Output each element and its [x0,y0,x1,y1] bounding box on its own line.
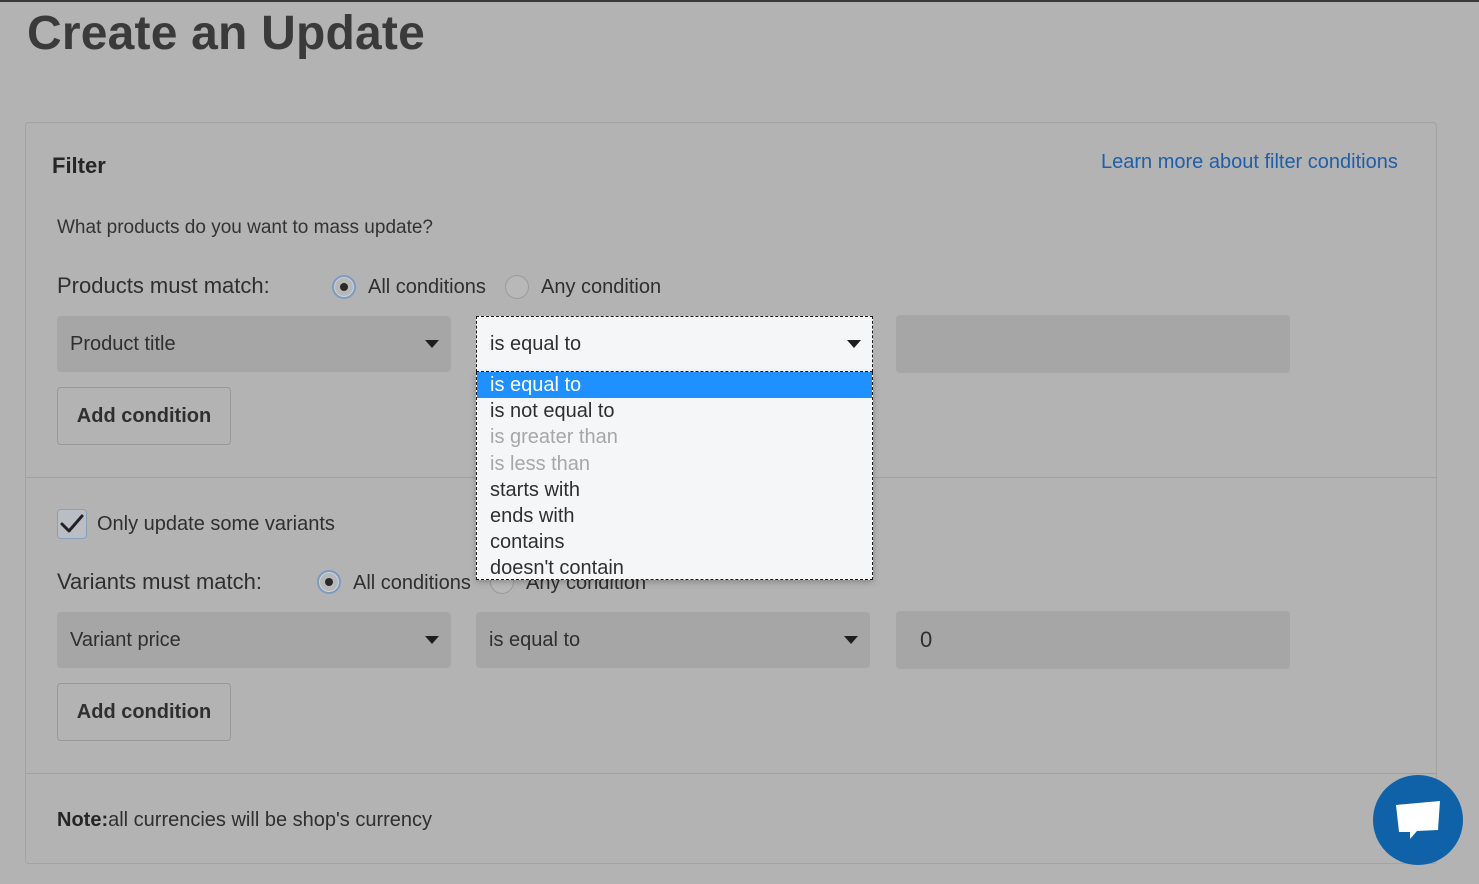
products-match-label: Products must match: [57,273,270,298]
product-operator-select[interactable]: is equal to [476,316,873,372]
filter-section-title: Filter [52,153,106,178]
only-update-variants-label[interactable]: Only update some variants [97,513,335,536]
dropdown-option[interactable]: contains [477,529,872,555]
checkmark-icon [60,514,84,533]
chat-widget-button[interactable] [1373,775,1463,865]
caret-down-icon [847,340,861,348]
add-product-condition-button[interactable]: Add condition [57,387,231,445]
dropdown-option: is less than [490,452,591,475]
product-operator-select-value: is equal to [490,333,582,355]
only-update-variants-checkbox[interactable] [57,509,87,539]
products-all-conditions-radio[interactable] [332,275,356,299]
variant-operator-select[interactable]: is equal to [476,612,870,668]
dropdown-option[interactable]: starts with [477,477,872,503]
variant-value-input[interactable]: 0 [896,611,1290,669]
add-variant-condition-button[interactable]: Add condition [57,683,231,741]
dropdown-option[interactable]: is not equal to [477,398,872,424]
products-all-conditions-label[interactable]: All conditions [368,276,486,299]
variant-operator-select-value: is equal to [489,629,581,651]
variants-all-conditions-label[interactable]: All conditions [353,572,471,595]
product-value-input[interactable] [896,315,1290,373]
product-field-select[interactable]: Product title [57,316,451,372]
variant-field-select[interactable]: Variant price [57,612,451,668]
caret-down-icon [844,636,858,644]
learn-more-link[interactable]: Learn more about filter conditions [1101,151,1398,174]
caret-down-icon [425,340,439,348]
page-title: Create an Update [27,7,425,60]
currency-note: Note:all currencies will be shop's curre… [57,809,432,832]
window-top-border [0,0,1479,2]
chat-bubble-icon [1396,801,1440,839]
dropdown-option[interactable]: ends with [477,503,872,529]
section-divider [26,773,1436,774]
dropdown-option[interactable]: doesn't contain [477,555,872,579]
note-label: Note: [57,809,109,831]
filter-question: What products do you want to mass update… [57,217,433,238]
variant-field-select-value: Variant price [70,629,181,651]
variants-match-label: Variants must match: [57,569,262,594]
variant-value-text: 0 [920,627,933,652]
dropdown-option[interactable]: is equal to [477,372,872,399]
operator-dropdown-list: is equal to is not equal to is greater t… [476,372,873,580]
caret-down-icon [425,636,439,644]
products-any-condition-radio[interactable] [505,275,529,299]
dropdown-option: is greater than [490,426,618,449]
variants-all-conditions-radio[interactable] [317,570,341,594]
note-text: all currencies will be shop's currency [108,809,433,831]
product-field-select-value: Product title [70,333,176,355]
products-any-condition-label[interactable]: Any condition [541,276,661,299]
